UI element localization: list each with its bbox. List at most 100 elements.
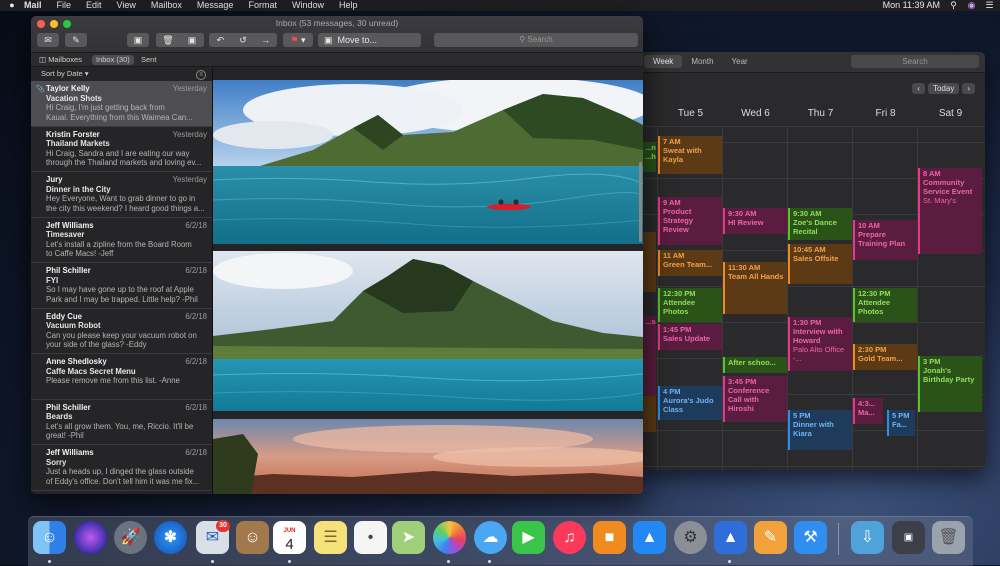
notes-icon[interactable]: ☰ (314, 521, 347, 554)
next-week-button[interactable]: › (962, 83, 975, 94)
menu-edit[interactable]: Edit (86, 0, 102, 11)
message-row[interactable]: Phil Schiller 6/2/18 Beards Let's all gro… (31, 400, 212, 445)
flag-button[interactable]: ⚑ ▾ (283, 33, 313, 47)
app-store-icon[interactable]: ▲ (633, 521, 666, 554)
message-row[interactable]: 📎 Taylor Kelly Yesterday Vacation Shots H… (31, 81, 212, 127)
junk-button[interactable]: ▣ (180, 33, 204, 47)
calendar-event[interactable]: 12:30 PM Attendee Photos (853, 288, 917, 322)
reply-button[interactable]: ↶ (209, 33, 232, 47)
calendar-event[interactable]: 8 AM Community Service Event St. Mary's (918, 168, 982, 254)
compose-button[interactable]: ✎ (65, 33, 87, 47)
calendar-nav: ‹ Today › (912, 83, 975, 94)
reply-all-button[interactable]: ↺ (232, 33, 255, 47)
recent-stack-icon[interactable]: ▣ (892, 521, 925, 554)
menu-help[interactable]: Help (339, 0, 358, 11)
move-to-button[interactable]: ▣ Move to... (318, 33, 421, 47)
view-year-button[interactable]: Year (723, 55, 757, 68)
forward-button[interactable]: → (254, 33, 277, 47)
calendar-event[interactable]: 3:45 PM Conference Call with Hiroshi (723, 376, 787, 422)
facetime-icon[interactable]: ▶ (512, 521, 545, 554)
menu-mail[interactable]: Mail (24, 0, 42, 11)
calendar-event[interactable]: 4:3... Ma... (853, 398, 883, 424)
today-button[interactable]: Today (927, 83, 960, 94)
message-row[interactable]: Phil Schiller 6/2/18 FYI So I may have go… (31, 263, 212, 309)
archive-button[interactable]: ▣ (127, 33, 149, 47)
siri-icon[interactable]: ◉ (967, 1, 976, 10)
maps-icon[interactable]: ➤ (392, 521, 425, 554)
keynote-icon[interactable]: ▲ (714, 521, 747, 554)
message-row[interactable]: Jeff Williams 6/2/18 Sorry Just a heads u… (31, 445, 212, 491)
prev-week-button[interactable]: ‹ (912, 83, 925, 94)
calendar-event[interactable]: 9:30 AM Zoe's Dance Recital (788, 208, 852, 240)
attached-photo-kayak[interactable] (213, 80, 643, 244)
launchpad-icon[interactable]: 🚀 (114, 521, 147, 554)
calendar-event[interactable]: After schoo... (723, 357, 787, 373)
message-list[interactable]: Sort by Date ▾ ≡ 📎 Taylor Kelly Yesterday… (31, 67, 213, 494)
finder-icon[interactable]: ☺ (33, 521, 66, 554)
ibooks-icon[interactable]: ■ (593, 521, 626, 554)
reminders-icon[interactable]: • (354, 521, 387, 554)
calendar-event[interactable]: 9:30 AM HI Review (723, 208, 787, 234)
calendar-event[interactable]: 5 PM Dinner with Kiara (788, 410, 852, 450)
view-week-button[interactable]: Week (644, 55, 683, 68)
viewer-scrollbar[interactable] (639, 162, 642, 242)
menu-mailbox[interactable]: Mailbox (151, 0, 182, 11)
calendar-search-input[interactable]: Search (851, 55, 979, 68)
calendar-event[interactable]: 10 AM Prepare Training Plan (853, 220, 917, 260)
message-viewer[interactable] (213, 67, 643, 494)
safari-icon[interactable]: ✽ (154, 521, 187, 554)
calendar-dock-icon[interactable]: JUN 4 (273, 521, 306, 554)
pages-icon[interactable]: ✎ (754, 521, 787, 554)
attachment-icon: 📎 (36, 86, 45, 93)
messages-icon[interactable]: ☁ (474, 521, 507, 554)
trash-button[interactable]: 🗑 (156, 33, 180, 47)
filter-icon[interactable]: ≡ (196, 70, 206, 80)
spotlight-search-icon[interactable]: ⚲ (949, 1, 958, 10)
favorite-inbox[interactable]: Inbox (30) (92, 54, 134, 65)
calendar-event[interactable]: 11:30 AM Team All Hands (723, 262, 787, 314)
message-row[interactable]: Jeff Williams 6/2/18 Timesaver Let's inst… (31, 218, 212, 263)
mailboxes-button[interactable]: ◫ Mailboxes (39, 53, 82, 66)
calendar-grid[interactable]: ...n...h ...se 7 AMSweat with Kayla9 AMP… (640, 126, 985, 470)
sidebar-icon: ◫ (39, 55, 47, 64)
calendar-event[interactable]: 1:45 PM Sales Update (658, 324, 722, 350)
view-month-button[interactable]: Month (682, 55, 722, 68)
menu-file[interactable]: File (57, 0, 72, 11)
notification-center-icon[interactable]: ☰ (985, 1, 994, 10)
menu-message[interactable]: Message (197, 0, 234, 11)
calendar-event[interactable]: 10:45 AM Sales Offsite (788, 244, 852, 284)
calendar-event[interactable]: 1:30 PM Interview with Howard Palo Alto Of… (788, 317, 852, 371)
calendar-event[interactable]: 12:30 PM Attendee Photos (658, 288, 722, 322)
calendar-event[interactable]: 5 PM Fa... (887, 410, 915, 436)
favorite-sent[interactable]: Sent (141, 53, 156, 66)
message-row[interactable]: Kristin Forster Yesterday Thailand Market… (31, 127, 212, 172)
xcode-icon[interactable]: ⚒ (794, 521, 827, 554)
calendar-event[interactable]: 2:30 PM Gold Team... (853, 344, 917, 370)
photos-icon[interactable] (433, 521, 466, 554)
calendar-event[interactable]: 11 AM Green Team... (658, 250, 722, 276)
clock[interactable]: Mon 11:39 AM (883, 0, 940, 11)
message-row[interactable]: Eddy Cue 6/2/18 Vacuum Robot Can you plea… (31, 309, 212, 354)
message-row[interactable]: Jury Yesterday Dinner in the City Hey Eve… (31, 172, 212, 218)
trash-dock-icon[interactable]: 🗑 (932, 521, 965, 554)
calendar-event[interactable]: 3 PM Jonah's Birthday Party (918, 356, 982, 412)
calendar-event[interactable]: 4 PM Aurora's Judo Class (658, 386, 722, 420)
downloads-folder-icon[interactable]: ⇩ (851, 521, 884, 554)
menu-view[interactable]: View (117, 0, 136, 11)
attached-photo-sunset[interactable] (213, 419, 643, 494)
contacts-icon[interactable]: ☺ (236, 521, 269, 554)
itunes-icon[interactable]: ♫ (553, 521, 586, 554)
get-mail-button[interactable]: ✉ (37, 33, 59, 47)
sort-by-date-button[interactable]: Sort by Date ▾ (41, 69, 89, 78)
apple-menu-icon[interactable]: ● (0, 0, 24, 11)
calendar-event[interactable]: 9 AM Product Strategy Review (658, 197, 722, 245)
siri-icon[interactable] (74, 521, 107, 554)
calendar-event[interactable]: 7 AM Sweat with Kayla (658, 136, 722, 174)
system-preferences-icon[interactable]: ⚙ (674, 521, 707, 554)
event-title: Sweat with Kayla (663, 146, 702, 164)
mail-search-input[interactable]: ⚲ Search (434, 33, 638, 47)
menu-window[interactable]: Window (292, 0, 324, 11)
message-row[interactable]: Anne Shedlosky 6/2/18 Caffe Macs Secret M… (31, 354, 212, 400)
menu-format[interactable]: Format (248, 0, 277, 11)
attached-photo-ridge[interactable] (213, 251, 643, 411)
